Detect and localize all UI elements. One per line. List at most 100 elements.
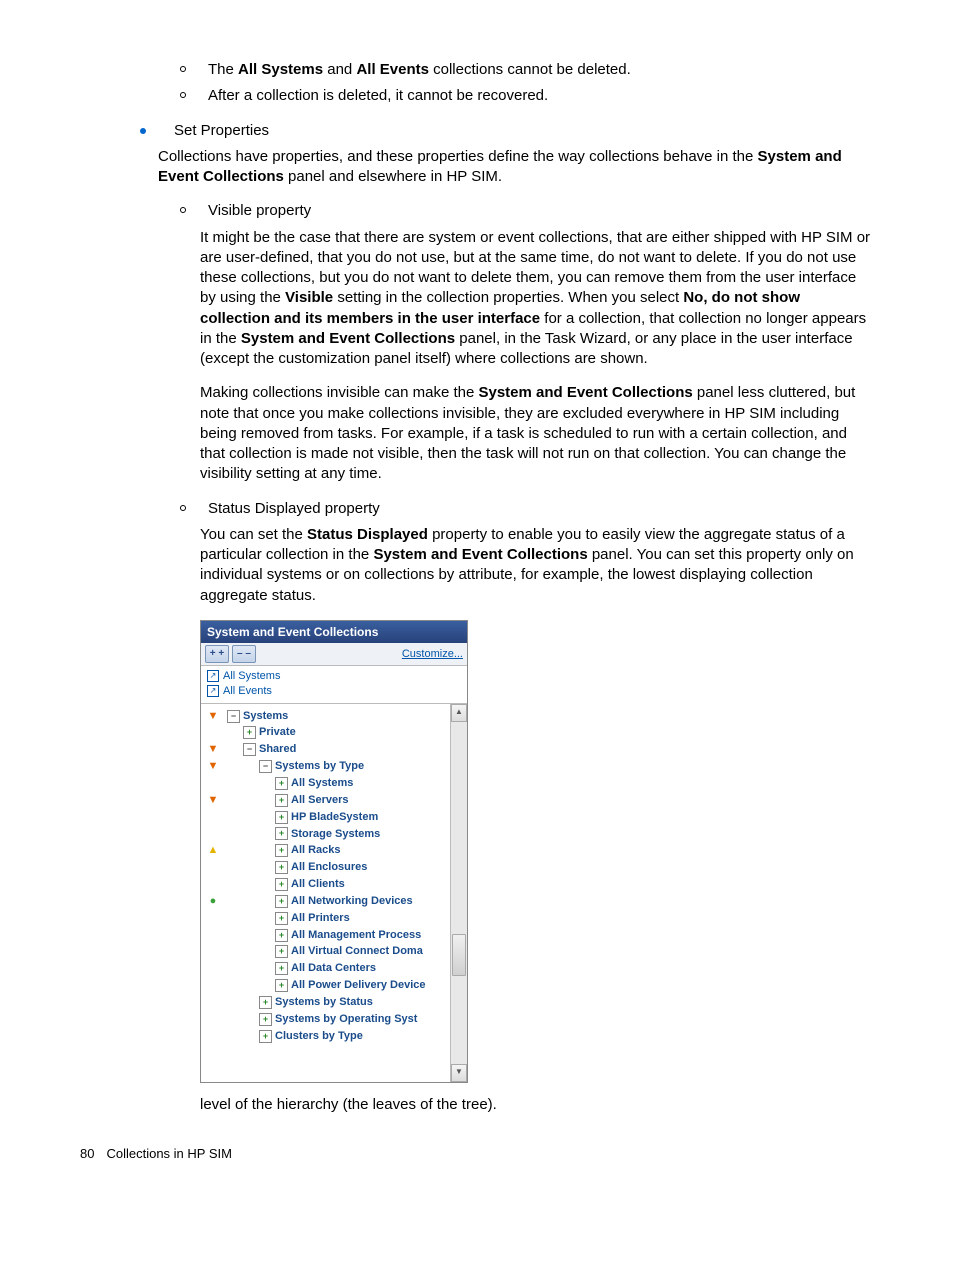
tree-item-label: All Printers — [291, 911, 350, 926]
tree-item[interactable]: +All Virtual Connect Doma — [205, 943, 448, 960]
note-item: After a collection is deleted, it cannot… — [180, 86, 874, 106]
status-icon: ▼ — [205, 759, 221, 774]
tree-item-label: All Racks — [291, 843, 341, 858]
tree-item[interactable]: +All Printers — [205, 910, 448, 927]
tree-item-label: Clusters by Type — [275, 1029, 363, 1044]
expand-icon[interactable]: + — [259, 996, 272, 1009]
paragraph: Making collections invisible can make th… — [200, 383, 874, 484]
expand-all-button[interactable]: + + — [205, 645, 229, 663]
expand-icon[interactable]: + — [275, 962, 288, 975]
tree-item[interactable]: +All Enclosures — [205, 859, 448, 876]
customize-link[interactable]: Customize... — [402, 647, 463, 662]
expand-icon[interactable]: + — [275, 794, 288, 807]
note-text: The All Systems and All Events collectio… — [208, 60, 631, 80]
expand-icon[interactable]: + — [275, 945, 288, 958]
tree-item-label: Systems by Type — [275, 759, 364, 774]
tree-item[interactable]: +HP BladeSystem — [205, 809, 448, 826]
tree-item-label: Shared — [259, 742, 296, 757]
subsection-bullet: Status Displayed property — [180, 499, 874, 519]
expand-icon[interactable]: + — [275, 979, 288, 992]
expand-icon[interactable]: + — [275, 929, 288, 942]
tree-item[interactable]: +All Systems — [205, 775, 448, 792]
quick-link-label: All Systems — [223, 669, 280, 684]
status-icon: ● — [205, 894, 221, 909]
tree-item[interactable]: +Systems by Operating Syst — [205, 1011, 448, 1028]
tree-item-label: All Virtual Connect Doma — [291, 944, 423, 959]
quick-link[interactable]: ↗ All Events — [207, 684, 461, 699]
scroll-down-icon[interactable]: ▼ — [451, 1064, 467, 1082]
tree-item[interactable]: ▼ +All Servers — [205, 792, 448, 809]
scrollbar[interactable]: ▲ ▼ — [450, 704, 467, 1082]
tree-item[interactable]: +All Power Delivery Device — [205, 977, 448, 994]
tree-item-label: All Data Centers — [291, 961, 376, 976]
expand-icon[interactable]: + — [275, 777, 288, 790]
collapse-icon[interactable]: − — [243, 743, 256, 756]
paragraph: It might be the case that there are syst… — [200, 228, 874, 370]
tree-item[interactable]: +Systems by Status — [205, 994, 448, 1011]
tree-item-label: Storage Systems — [291, 827, 380, 842]
tree-item[interactable]: ● +All Networking Devices — [205, 893, 448, 910]
tree-item-label: All Servers — [291, 793, 348, 808]
section-title: Set Properties — [174, 121, 269, 141]
page-number: 80 — [80, 1145, 94, 1163]
tree-item-label: All Enclosures — [291, 860, 367, 875]
quick-link[interactable]: ↗ All Systems — [207, 669, 461, 684]
tree-item[interactable]: +All Management Process — [205, 927, 448, 944]
scroll-thumb[interactable] — [452, 934, 466, 976]
expand-icon[interactable]: + — [243, 726, 256, 739]
collection-tree: ▼−Systems+Private▼−Shared▼−Systems by Ty… — [201, 704, 450, 1082]
section-bullet: Set Properties — [140, 121, 874, 141]
expand-icon[interactable]: + — [275, 844, 288, 857]
tree-item[interactable]: ▼−Systems — [205, 708, 448, 725]
collections-panel: System and Event Collections + + – – Cus… — [200, 620, 468, 1083]
expand-icon[interactable]: + — [275, 827, 288, 840]
expand-icon[interactable]: + — [275, 912, 288, 925]
tree-item-label: All Management Process — [291, 928, 421, 943]
status-icon: ▼ — [205, 793, 221, 808]
panel-toolbar: + + – – Customize... — [201, 643, 467, 666]
subsection-title: Visible property — [208, 201, 311, 221]
status-icon: ▼ — [205, 742, 221, 757]
expand-icon[interactable]: + — [275, 878, 288, 891]
tree-item[interactable]: ▼ −Systems by Type — [205, 758, 448, 775]
collapse-all-button[interactable]: – – — [232, 645, 256, 663]
expand-icon[interactable]: + — [275, 895, 288, 908]
tree-item-label: All Power Delivery Device — [291, 978, 426, 993]
note-text: After a collection is deleted, it cannot… — [208, 86, 548, 106]
tree-item-label: Systems by Status — [275, 995, 373, 1010]
tree-item[interactable]: ▲ +All Racks — [205, 842, 448, 859]
status-icon: ▼ — [205, 709, 221, 724]
page-footer: 80 Collections in HP SIM — [80, 1145, 874, 1163]
subsection-bullet: Visible property — [180, 201, 874, 221]
scroll-up-icon[interactable]: ▲ — [451, 704, 467, 722]
tree-item[interactable]: +All Data Centers — [205, 960, 448, 977]
collapse-icon[interactable]: − — [227, 710, 240, 723]
tree-item[interactable]: +Storage Systems — [205, 826, 448, 843]
expand-icon[interactable]: + — [275, 811, 288, 824]
quick-link-label: All Events — [223, 684, 272, 699]
tree-item[interactable]: +Private — [205, 724, 448, 741]
tree-item[interactable]: ▼ −Shared — [205, 741, 448, 758]
tree-item[interactable]: +Clusters by Type — [205, 1028, 448, 1045]
tree-item-label: HP BladeSystem — [291, 810, 378, 825]
tree-item-label: All Networking Devices — [291, 894, 413, 909]
collapse-icon[interactable]: − — [259, 760, 272, 773]
expand-icon[interactable]: + — [259, 1013, 272, 1026]
tree-item-label: All Systems — [291, 776, 353, 791]
tree-item-label: Private — [259, 725, 296, 740]
paragraph: You can set the Status Displayed propert… — [200, 525, 874, 606]
running-header: Collections in HP SIM — [106, 1145, 231, 1163]
panel-title: System and Event Collections — [201, 621, 467, 643]
expand-icon[interactable]: + — [275, 861, 288, 874]
subsection-title: Status Displayed property — [208, 499, 380, 519]
expand-icon[interactable]: + — [259, 1030, 272, 1043]
paragraph: level of the hierarchy (the leaves of th… — [200, 1095, 874, 1115]
tree-item-label: Systems by Operating Syst — [275, 1012, 417, 1027]
tree-item[interactable]: +All Clients — [205, 876, 448, 893]
section-paragraph: Collections have properties, and these p… — [158, 147, 874, 188]
quick-links: ↗ All Systems ↗ All Events — [201, 666, 467, 704]
status-icon: ▲ — [205, 843, 221, 858]
tree-item-label: Systems — [243, 709, 288, 724]
tree-item-label: All Clients — [291, 877, 345, 892]
link-icon: ↗ — [207, 670, 219, 682]
